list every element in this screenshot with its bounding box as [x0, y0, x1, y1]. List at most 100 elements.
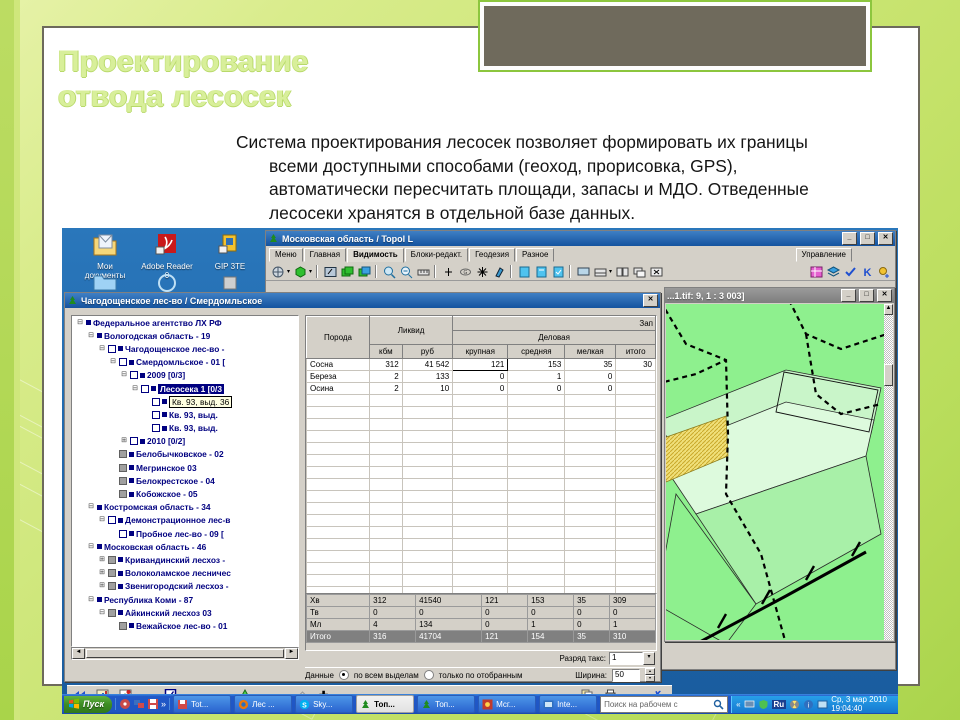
topol-minimize-button[interactable]: _ — [842, 232, 857, 245]
summary-row[interactable]: Мл 4 134 0 1 0 1 — [306, 618, 656, 631]
network-icon[interactable] — [133, 698, 145, 710]
tree-checkbox[interactable] — [152, 397, 160, 406]
check-icon[interactable] — [842, 264, 857, 278]
taskbar-button[interactable]: Топ... — [417, 695, 476, 713]
summary-grid[interactable]: Хв 312 41540 121 153 35 309 Тв 0 0 0 0 0 0 Мл 4 134 0 1 0 1 И… — [305, 593, 657, 651]
tree-node[interactable]: Белокрестское - 04 — [72, 474, 298, 487]
tree-checkbox[interactable] — [152, 424, 160, 433]
dropdown-arrow-icon[interactable]: ▾ — [609, 268, 612, 275]
zoom-in-icon[interactable] — [381, 264, 396, 279]
tree-checkbox[interactable] — [130, 437, 138, 446]
taskbar-button[interactable]: Tot... — [173, 695, 232, 713]
paint-icon[interactable] — [491, 264, 506, 278]
chevron-down-icon[interactable]: ▾ — [643, 651, 655, 665]
cell-kbm[interactable]: 2 — [369, 370, 403, 383]
cell-itogo[interactable]: 30 — [615, 358, 656, 371]
cell-itogo[interactable] — [615, 382, 656, 395]
taskbar-button[interactable]: Топ... — [356, 695, 415, 713]
taskbar-clock[interactable]: Ср, 3 мар 2010 19:04:40 — [831, 695, 896, 713]
chevron-more-icon[interactable]: » — [161, 699, 166, 709]
window-close-icon[interactable] — [648, 264, 663, 278]
tree-node[interactable]: ⊟ Вологодская область - 19 — [72, 329, 298, 342]
width-spinner[interactable]: ▴ ▾ — [645, 668, 655, 682]
select-region-icon[interactable] — [322, 264, 337, 278]
forestry-tree[interactable]: ⊟ Федеральное агентство ЛХ РФ ⊟ Вологодская… — [71, 315, 299, 647]
table-row[interactable]: Береза 2 133 0 1 0 — [306, 370, 656, 383]
tree-expander-icon[interactable]: ⊟ — [98, 609, 106, 617]
add-point-icon[interactable] — [876, 264, 891, 278]
desktop-search-box[interactable]: Поиск на рабочем с — [600, 695, 729, 713]
tree-node[interactable]: Кв. 93, выд. 36 — [72, 395, 298, 408]
window-tile-icon[interactable] — [614, 264, 629, 278]
map-maximize-button[interactable]: □ — [859, 289, 874, 302]
tree-checkbox[interactable] — [119, 463, 127, 472]
edit-table-icon[interactable] — [808, 264, 823, 278]
tree-node[interactable]: ⊟ Костромская область - 34 — [72, 501, 298, 514]
tree-expander-icon[interactable]: ⊟ — [87, 543, 95, 551]
tree-scroll-thumb[interactable] — [86, 649, 284, 658]
tree-expander-icon[interactable]: ⊟ — [76, 319, 84, 327]
save-icon[interactable] — [147, 698, 159, 710]
map-minimize-button[interactable]: _ — [841, 289, 856, 302]
note-blue-2-icon[interactable] — [533, 264, 548, 278]
taskbar-button[interactable]: Мсг... — [478, 695, 537, 713]
monitor-icon[interactable] — [575, 264, 590, 278]
cell-melk[interactable]: 35 — [564, 358, 617, 371]
note-blue-1-icon[interactable] — [516, 264, 531, 278]
tab-blocks-edit[interactable]: Блоки-редакт. — [404, 248, 469, 262]
cell-species[interactable]: Береза — [306, 370, 370, 383]
cell-rub[interactable]: 133 — [401, 370, 454, 383]
tree-expander-icon[interactable]: ⊟ — [87, 332, 95, 340]
zoom-out-icon[interactable] — [398, 264, 413, 279]
topol-titlebar[interactable]: Московская область / Topol L _ □ ✕ — [266, 231, 895, 246]
tree-expander-icon[interactable]: ⊟ — [98, 516, 106, 524]
measure-icon[interactable] — [415, 264, 430, 278]
cell-species[interactable]: Осина — [306, 382, 370, 395]
tree-close-button[interactable]: ✕ — [643, 294, 658, 307]
tree-node[interactable]: Белобычковское - 02 — [72, 448, 298, 461]
cell-itogo[interactable] — [615, 370, 656, 383]
tree-expander-icon[interactable]: ⊟ — [109, 358, 117, 366]
spinner-down-icon[interactable]: ▾ — [645, 675, 655, 682]
dropdown-arrow-icon[interactable]: ▾ — [309, 268, 312, 275]
cell-krup[interactable]: 0 — [452, 382, 509, 395]
tab-manage[interactable]: Управление — [795, 248, 852, 262]
tree-window-titlebar[interactable]: Чагодощенское лес-во / Смердомльское ✕ — [65, 293, 660, 308]
tab-menu[interactable]: Меню — [269, 248, 303, 262]
tree-checkbox[interactable] — [152, 410, 160, 419]
taskbar-button[interactable]: Inte... — [539, 695, 598, 713]
tree-expander-icon[interactable]: ⊟ — [87, 503, 95, 511]
tree-checkbox[interactable] — [119, 529, 127, 538]
radio-selected-only[interactable] — [423, 670, 434, 680]
tree-node[interactable]: Вежайское лес-во - 01 — [72, 619, 298, 632]
cancel-icon[interactable]: K — [859, 264, 874, 279]
tree-node[interactable]: ⊞ Волоколамское лесничес — [72, 567, 298, 580]
tree-node[interactable]: ⊟ Федеральное агентство ЛХ РФ — [72, 316, 298, 329]
spinner-up-icon[interactable]: ▴ — [645, 668, 655, 675]
dropdown-arrow-icon[interactable]: ▾ — [287, 268, 290, 275]
tree-checkbox[interactable] — [108, 516, 116, 525]
width-value[interactable]: 50 — [612, 668, 640, 682]
cell-sred[interactable]: 1 — [507, 370, 566, 383]
tab-geodesy[interactable]: Геодезия — [469, 248, 516, 262]
tree-checkbox[interactable] — [108, 569, 116, 578]
species-grid[interactable]: Порода Ликвид Зап Деловая кбм руб крупна… — [305, 315, 657, 594]
tree-expander-icon[interactable]: ⊟ — [120, 371, 128, 379]
cell-melk[interactable]: 0 — [564, 382, 617, 395]
chevron-left-icon[interactable]: « — [736, 700, 740, 709]
tree-node[interactable]: ⊞ Звенигородский лесхоз - — [72, 580, 298, 593]
tree-checkbox[interactable] — [108, 608, 116, 617]
tree-node[interactable]: Пробное лес-во - 09 [ — [72, 527, 298, 540]
radio-all-segments[interactable] — [338, 670, 349, 680]
tree-expander-icon[interactable]: ⊟ — [131, 385, 139, 393]
cell-rub[interactable]: 10 — [401, 382, 454, 395]
cell-kbm[interactable]: 312 — [369, 358, 403, 371]
tree-node[interactable]: ⊟ Республика Коми - 87 — [72, 593, 298, 606]
tree-node[interactable]: ⊟ Демонстрационное лес-в — [72, 514, 298, 527]
summary-row[interactable]: Итого 316 41704 121 154 35 310 — [306, 630, 656, 643]
tree-node[interactable]: Кобожское - 05 — [72, 487, 298, 500]
tree-node[interactable]: ⊟ Смердомльское - 01 [ — [72, 356, 298, 369]
search-icon[interactable] — [713, 699, 724, 710]
taskbar-button[interactable]: Лес ... — [234, 695, 293, 713]
lang-ru-icon[interactable]: Ru — [771, 699, 787, 709]
